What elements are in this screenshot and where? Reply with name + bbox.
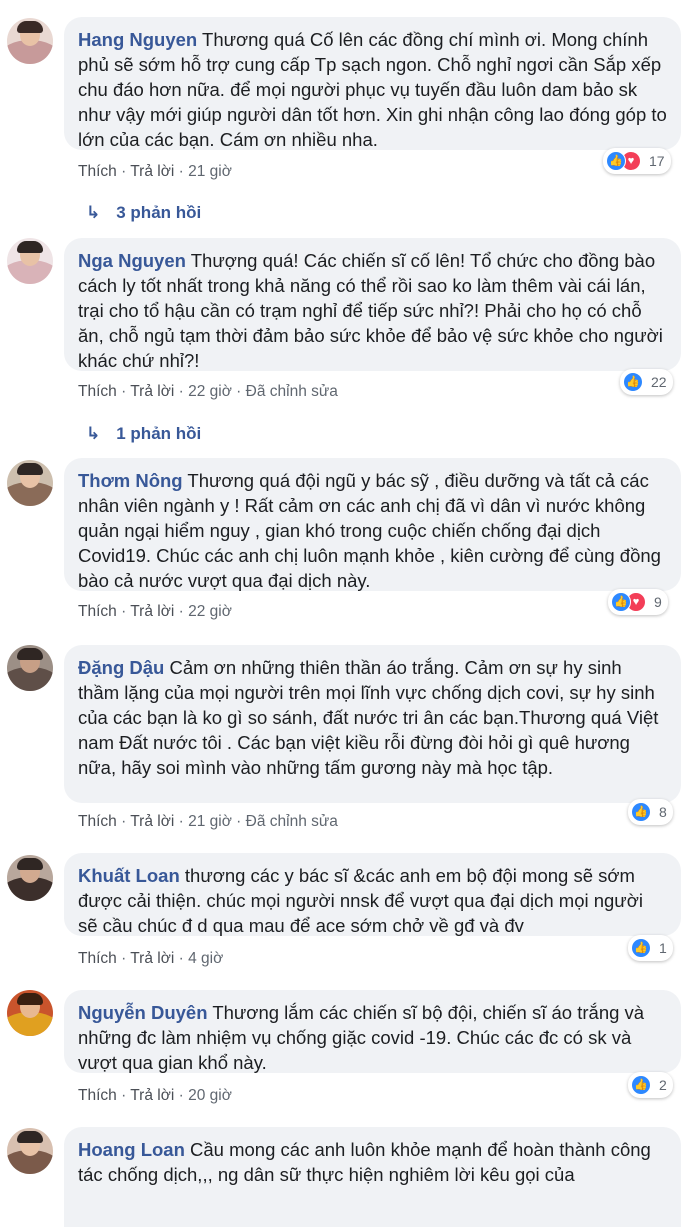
comment-bubble: Hang Nguyen Thương quá Cố lên các đồng c… <box>64 17 681 150</box>
comment-actions: Thích · Trả lời · 4 giờ <box>78 950 224 967</box>
timestamp[interactable]: 20 giờ <box>188 1087 232 1104</box>
reaction-count: 17 <box>649 153 665 169</box>
timestamp[interactable]: 21 giờ <box>188 163 232 180</box>
comment-bubble: Nguyễn Duyên Thương lắm các chiến sĩ bộ … <box>64 990 681 1073</box>
comment-author[interactable]: Thơm Nông <box>78 470 183 491</box>
avatar[interactable] <box>7 990 53 1036</box>
reactions-badge[interactable]: 👍 2 <box>628 1072 673 1098</box>
comment-author[interactable]: Hoang Loan <box>78 1139 185 1160</box>
timestamp[interactable]: 4 giờ <box>188 950 223 967</box>
reply-link[interactable]: Trả lời <box>130 813 174 830</box>
reaction-count: 1 <box>659 940 667 956</box>
reply-arrow-icon: ↳ <box>86 203 101 222</box>
avatar[interactable] <box>7 18 53 64</box>
reactions-badge[interactable]: 👍 1 <box>628 935 673 961</box>
reply-link[interactable]: Trả lời <box>130 950 174 967</box>
reply-arrow-icon: ↳ <box>86 424 101 443</box>
avatar[interactable] <box>7 855 53 901</box>
like-link[interactable]: Thích <box>78 1087 117 1104</box>
reply-link[interactable]: Trả lời <box>130 383 174 400</box>
comment-author[interactable]: Nguyễn Duyên <box>78 1002 208 1023</box>
view-replies-link[interactable]: ↳ 3 phản hồi <box>86 203 201 223</box>
comment-text: Cảm ơn những thiên thần áo trắng. Cảm ơn… <box>78 657 659 778</box>
avatar[interactable] <box>7 460 53 506</box>
timestamp[interactable]: 21 giờ <box>188 813 232 830</box>
thumbs-up-icon: 👍 <box>631 938 651 958</box>
comment-bubble: Khuất Loan thương các y bác sĩ &các anh … <box>64 853 681 936</box>
comment-author[interactable]: Nga Nguyen <box>78 250 186 271</box>
reply-link[interactable]: Trả lời <box>130 163 174 180</box>
replies-count: 1 phản hồi <box>116 424 202 443</box>
reactions-badge[interactable]: 👍 ♥ 9 <box>608 589 668 615</box>
comment-actions: Thích · Trả lời · 21 giờ <box>78 163 232 180</box>
reply-link[interactable]: Trả lời <box>130 603 174 620</box>
replies-count: 3 phản hồi <box>116 203 202 222</box>
reactions-badge[interactable]: 👍 ♥ 17 <box>603 148 671 174</box>
reaction-count: 22 <box>651 374 667 390</box>
like-link[interactable]: Thích <box>78 383 117 400</box>
like-link[interactable]: Thích <box>78 950 117 967</box>
comment-author[interactable]: Khuất Loan <box>78 865 180 886</box>
reaction-count: 9 <box>654 594 662 610</box>
like-link[interactable]: Thích <box>78 603 117 620</box>
avatar[interactable] <box>7 645 53 691</box>
reactions-badge[interactable]: 👍 8 <box>628 799 673 825</box>
view-replies-link[interactable]: ↳ 1 phản hồi <box>86 424 201 444</box>
thumbs-up-icon: 👍 <box>606 151 626 171</box>
thumbs-up-icon: 👍 <box>623 372 643 392</box>
comment-actions: Thích · Trả lời · 21 giờ · Đã chỉnh sửa <box>78 813 338 830</box>
reaction-count: 8 <box>659 804 667 820</box>
reactions-badge[interactable]: 👍 22 <box>620 369 673 395</box>
comment-author[interactable]: Hang Nguyen <box>78 29 197 50</box>
comment-actions: Thích · Trả lời · 22 giờ · Đã chỉnh sửa <box>78 383 338 400</box>
comment-bubble: Thơm Nông Thương quá đội ngũ y bác sỹ , … <box>64 458 681 591</box>
avatar[interactable] <box>7 238 53 284</box>
thumbs-up-icon: 👍 <box>631 802 651 822</box>
like-link[interactable]: Thích <box>78 163 117 180</box>
edited-label[interactable]: Đã chỉnh sửa <box>246 813 338 830</box>
comment-bubble: Nga Nguyen Thượng quá! Các chiến sĩ cố l… <box>64 238 681 371</box>
comment-actions: Thích · Trả lời · 20 giờ <box>78 1087 232 1104</box>
reaction-count: 2 <box>659 1077 667 1093</box>
thumbs-up-icon: 👍 <box>631 1075 651 1095</box>
timestamp[interactable]: 22 giờ <box>188 383 232 400</box>
like-link[interactable]: Thích <box>78 813 117 830</box>
thumbs-up-icon: 👍 <box>611 592 631 612</box>
avatar[interactable] <box>7 1128 53 1174</box>
comment-author[interactable]: Đặng Dậu <box>78 657 164 678</box>
comment-bubble: Hoang Loan Cầu mong các anh luôn khỏe mạ… <box>64 1127 681 1227</box>
comment-actions: Thích · Trả lời · 22 giờ <box>78 603 232 620</box>
edited-label[interactable]: Đã chỉnh sửa <box>246 383 338 400</box>
timestamp[interactable]: 22 giờ <box>188 603 232 620</box>
comment-bubble: Đặng Dậu Cảm ơn những thiên thần áo trắn… <box>64 645 681 803</box>
reply-link[interactable]: Trả lời <box>130 1087 174 1104</box>
